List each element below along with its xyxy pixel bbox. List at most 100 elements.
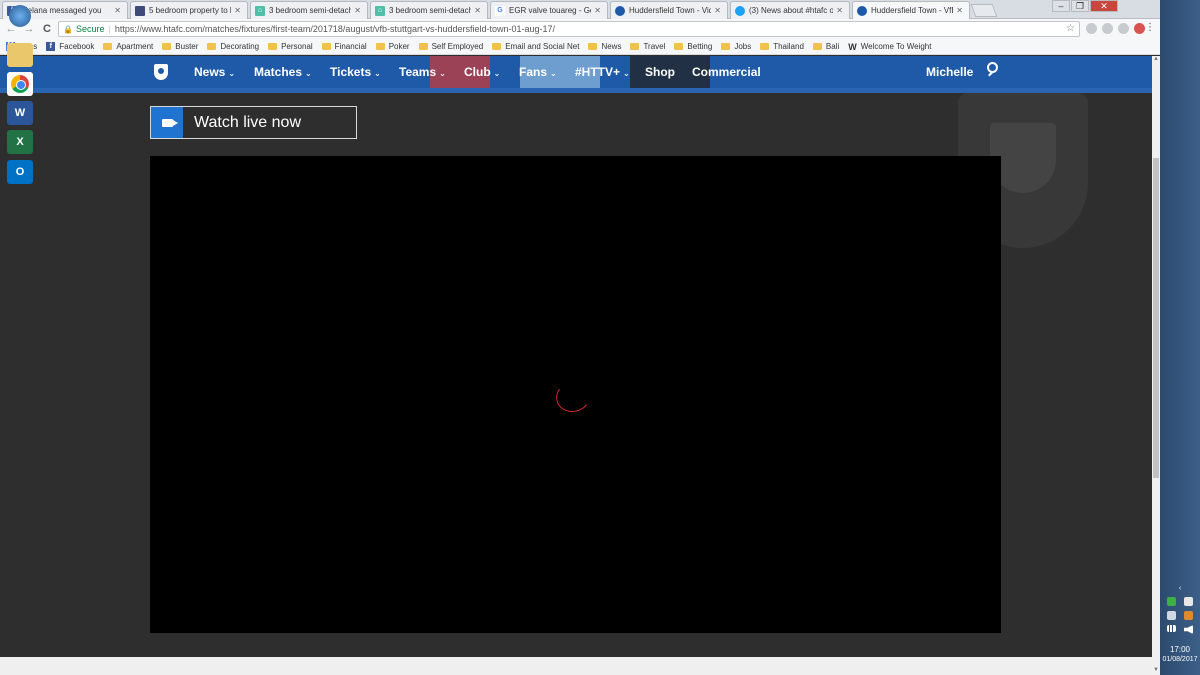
crest-icon [615, 5, 625, 16]
file-explorer-icon[interactable] [7, 43, 33, 67]
close-icon[interactable]: ✕ [836, 6, 843, 15]
tray-warning-icon[interactable] [1184, 611, 1193, 620]
bookmark-folder[interactable]: Betting [674, 42, 712, 51]
chevron-down-icon: ⌄ [374, 69, 381, 78]
house-icon: ⌂ [375, 5, 385, 16]
scrollbar-thumb[interactable] [1153, 158, 1159, 478]
tray-app-icon[interactable] [1167, 597, 1176, 606]
bookmark-label: Jobs [734, 42, 752, 51]
start-orb-icon[interactable] [9, 5, 31, 27]
close-icon[interactable]: ✕ [594, 6, 601, 15]
bookmark-folder[interactable]: Email and Social Net [492, 42, 579, 51]
user-account-link[interactable]: Michelle [926, 65, 973, 79]
folder-icon [812, 43, 822, 50]
bookmark-weight-watchers[interactable]: W Welcome To Weight [848, 42, 931, 52]
bookmark-folder[interactable]: Self Employed [418, 42, 483, 51]
tab-title: Melana messaged you [21, 6, 102, 15]
bookmark-folder[interactable]: Decorating [207, 42, 259, 51]
crest-icon [857, 5, 867, 16]
bookmark-folder[interactable]: Bali [812, 42, 840, 51]
chevron-down-icon: ⌄ [439, 69, 446, 78]
close-icon[interactable]: ✕ [474, 6, 481, 15]
browser-menu-icon[interactable]: ⋮ [1145, 22, 1155, 33]
bookmark-facebook[interactable]: f Facebook [46, 42, 94, 51]
bookmark-label: Bali [825, 42, 840, 51]
tab-2[interactable]: ⌂ 3 bedroom semi-detache ✕ [250, 1, 368, 19]
close-icon[interactable]: ✕ [714, 6, 721, 15]
bookmark-folder[interactable]: Thailand [760, 42, 804, 51]
loading-spinner-icon [553, 379, 593, 415]
scroll-up-arrow-icon[interactable]: ▲ [1152, 56, 1160, 64]
club-crest-icon[interactable] [154, 64, 168, 80]
action-center-icon[interactable] [1167, 611, 1176, 620]
nav-club[interactable]: Club ⌄ [464, 65, 500, 79]
bookmark-star-icon[interactable]: ☆ [1066, 23, 1075, 34]
video-player[interactable] [150, 156, 1001, 633]
tab-6[interactable]: (3) News about #htafc or ✕ [730, 1, 850, 19]
word-icon[interactable]: W [7, 101, 33, 125]
bookmark-folder[interactable]: Buster [162, 42, 198, 51]
nav-httv[interactable]: #HTTV+ ⌄ [575, 65, 630, 79]
bookmark-folder[interactable]: Personal [268, 42, 313, 51]
bookmark-folder[interactable]: Jobs [721, 42, 751, 51]
tab-1[interactable]: 5 bedroom property to let ✕ [130, 1, 248, 19]
taskbar-clock[interactable]: 17:00 [1160, 645, 1200, 654]
new-tab-button[interactable] [970, 4, 998, 17]
minimize-button[interactable]: – [1052, 0, 1070, 12]
nav-matches[interactable]: Matches ⌄ [254, 65, 312, 79]
bookmark-label: Financial [334, 42, 367, 51]
close-icon[interactable]: ✕ [354, 6, 361, 15]
window-close-button[interactable]: ✕ [1090, 0, 1118, 12]
scroll-down-arrow-icon[interactable]: ▼ [1152, 667, 1160, 675]
folder-icon [760, 43, 770, 50]
tab-title: (3) News about #htafc or [749, 6, 834, 15]
nav-shop[interactable]: Shop [645, 65, 675, 79]
nav-label: Tickets [330, 65, 372, 79]
folder-icon [721, 43, 731, 50]
address-bar[interactable]: 🔒 Secure | https://www.htafc.com/matches… [58, 21, 1080, 37]
search-icon[interactable] [987, 62, 1001, 77]
nav-news[interactable]: News ⌄ [194, 65, 235, 79]
taskbar-date[interactable]: 01/08/2017 [1160, 656, 1200, 663]
bookmark-folder[interactable]: Financial [321, 42, 367, 51]
extension-icon[interactable] [1118, 23, 1129, 34]
chevron-down-icon: ⌄ [623, 69, 630, 78]
bookmark-folder[interactable]: Travel [630, 42, 665, 51]
extension-icon[interactable] [1102, 23, 1113, 34]
folder-icon [162, 43, 172, 50]
extension-icon[interactable] [1134, 23, 1145, 34]
show-hidden-icons-arrow[interactable]: ‹ [1163, 585, 1197, 592]
watch-live-button[interactable]: Watch live now [150, 106, 357, 139]
reload-icon[interactable]: C [40, 22, 54, 36]
network-signal-icon[interactable] [1167, 625, 1176, 632]
extension-icons [1086, 23, 1145, 34]
nav-label: Teams [399, 65, 437, 79]
close-icon[interactable]: ✕ [956, 6, 963, 15]
bookmark-folder[interactable]: Apartment [103, 42, 153, 51]
bookmark-folder[interactable]: Poker [375, 42, 410, 51]
page-scrollbar[interactable]: ▲ ▼ [1152, 56, 1160, 675]
volume-icon[interactable] [1184, 625, 1193, 634]
nav-commercial[interactable]: Commercial [692, 65, 761, 79]
bookmark-folder[interactable]: News [588, 42, 621, 51]
tray-app-icon[interactable] [1184, 597, 1193, 606]
chrome-icon[interactable] [7, 72, 33, 96]
nav-label: Shop [645, 65, 675, 79]
tab-4[interactable]: G EGR valve touareg - Goo ✕ [490, 1, 608, 19]
tab-7-active[interactable]: Huddersfield Town - VfB ✕ [852, 1, 970, 19]
windows-taskbar [1160, 0, 1200, 675]
nav-teams[interactable]: Teams ⌄ [399, 65, 446, 79]
extension-icon[interactable] [1086, 23, 1097, 34]
nav-fans[interactable]: Fans ⌄ [519, 65, 557, 79]
tab-title: Huddersfield Town - VfB [871, 6, 954, 15]
tab-5[interactable]: Huddersfield Town - Vide ✕ [610, 1, 728, 19]
excel-icon[interactable]: X [7, 130, 33, 154]
tab-3[interactable]: ⌂ 3 bedroom semi-detache ✕ [370, 1, 488, 19]
maximize-button[interactable]: ❐ [1071, 0, 1089, 12]
nav-tickets[interactable]: Tickets ⌄ [330, 65, 381, 79]
nav-label: Commercial [692, 65, 761, 79]
close-icon[interactable]: ✕ [234, 6, 241, 15]
outlook-icon[interactable]: O [7, 160, 33, 184]
bookmark-label: Poker [388, 42, 410, 51]
close-icon[interactable]: ✕ [114, 6, 121, 15]
